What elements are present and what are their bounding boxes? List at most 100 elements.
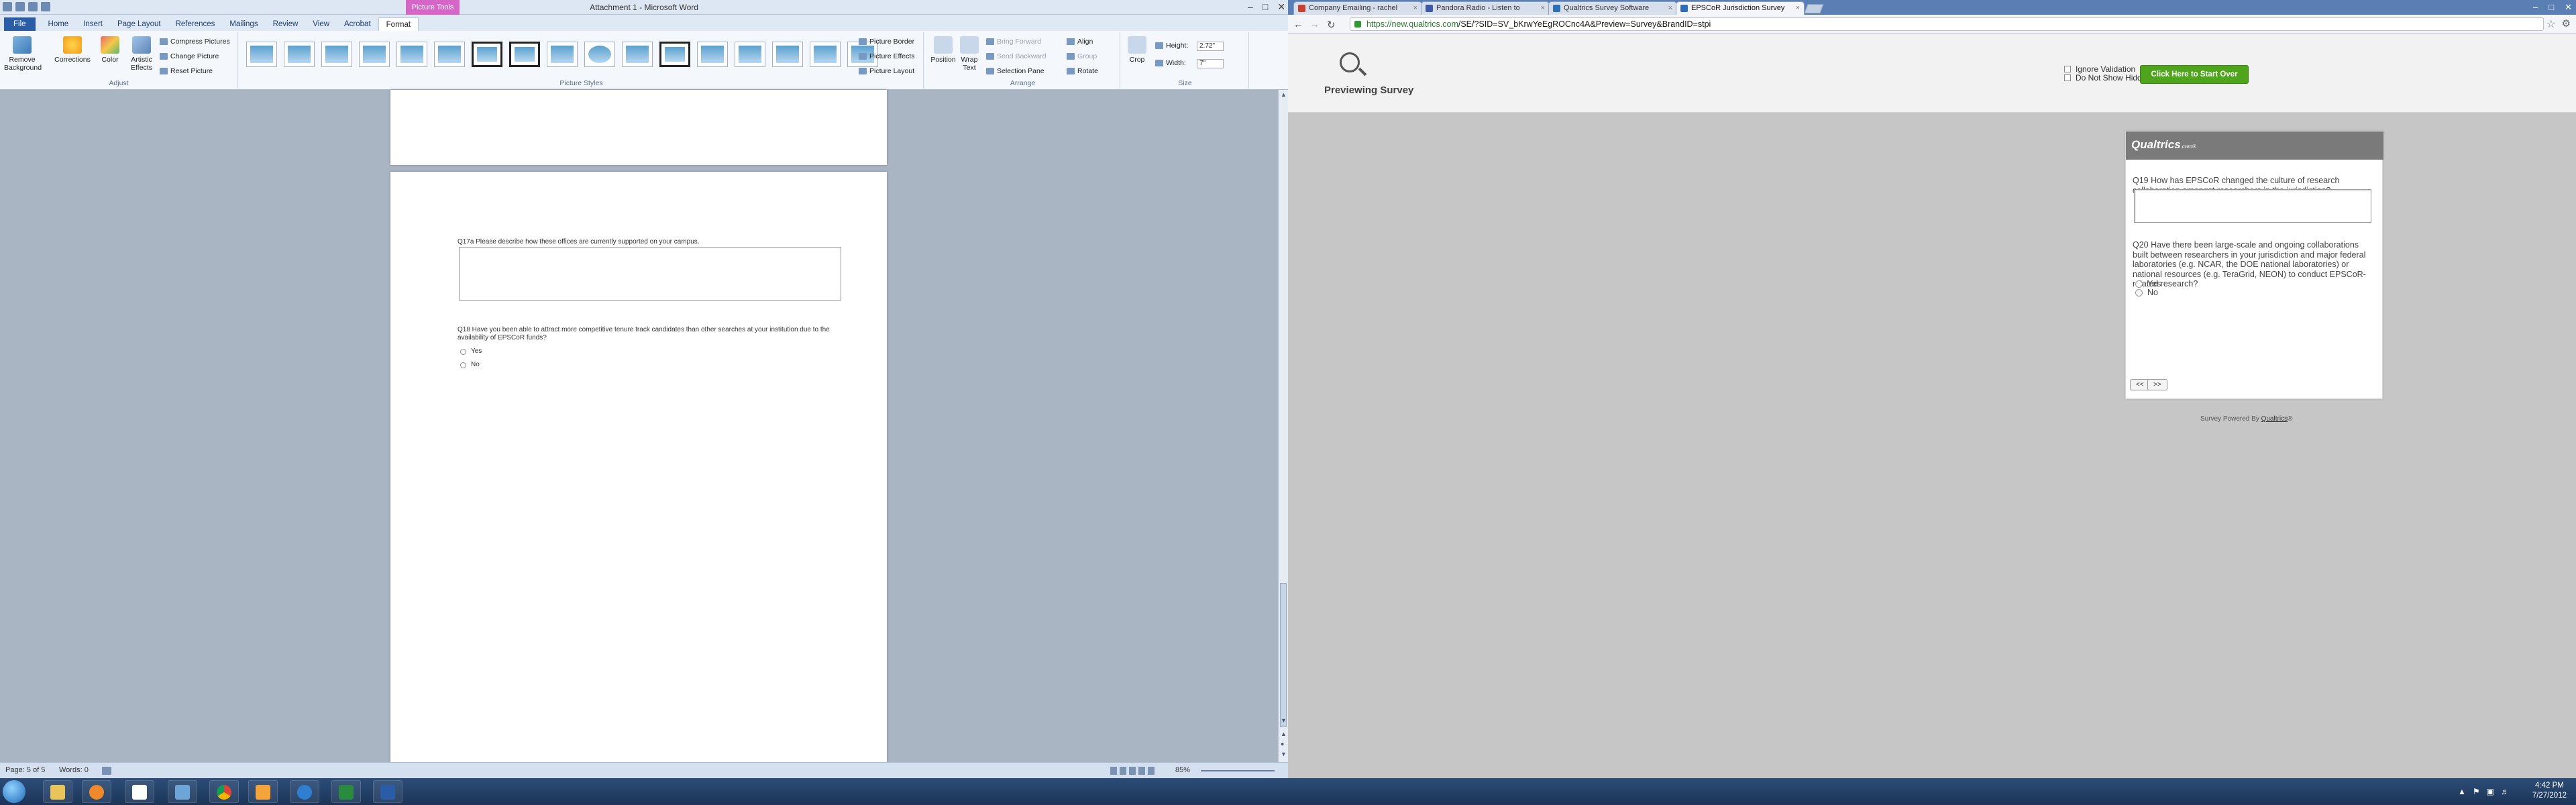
q17a-answer-box[interactable] <box>459 247 841 301</box>
start-over-button[interactable]: Click Here to Start Over <box>2140 65 2249 84</box>
taskbar-explorer[interactable] <box>43 780 72 803</box>
flag-icon[interactable]: ⚑ <box>2473 787 2480 796</box>
send-backward-button[interactable]: Send Backward <box>986 52 1046 60</box>
taskbar-chrome[interactable] <box>209 780 239 803</box>
picture-style-thumb[interactable] <box>772 42 803 67</box>
remove-background-button[interactable]: Remove Background <box>4 36 42 72</box>
picture-style-thumb[interactable] <box>697 42 728 67</box>
page-count[interactable]: Page: 5 of 5 <box>5 766 45 774</box>
picture-style-thumb[interactable] <box>246 42 277 67</box>
picture-style-thumb[interactable] <box>622 42 653 67</box>
reset-picture-button[interactable]: Reset Picture <box>160 67 213 75</box>
browser-tab[interactable]: Qualtrics Survey Software × <box>1548 1 1677 15</box>
picture-style-thumb[interactable] <box>735 42 765 67</box>
picture-style-thumb[interactable] <box>659 42 690 67</box>
tray-arrow-icon[interactable]: ▲ <box>2458 787 2466 796</box>
new-tab-button[interactable] <box>1804 4 1824 13</box>
zoom-slider[interactable] <box>1201 770 1275 771</box>
minimize-icon[interactable]: – <box>2533 2 2538 13</box>
view-buttons[interactable] <box>1110 767 1157 775</box>
close-icon[interactable]: ✕ <box>2565 2 2572 13</box>
browser-tab[interactable]: Company Emailing - rachel × <box>1293 1 1422 15</box>
browser-tab[interactable]: Pandora Radio - Listen to × <box>1421 1 1550 15</box>
position-button[interactable]: Position <box>930 36 957 64</box>
taskbar-outlook[interactable] <box>248 780 278 803</box>
tab-acrobat[interactable]: Acrobat <box>337 17 378 31</box>
scroll-down-icon[interactable]: ▼ <box>1281 717 1287 724</box>
taskbar-ida[interactable] <box>125 780 154 803</box>
network-tray-icon[interactable]: ▣ <box>2487 787 2494 796</box>
reload-icon[interactable]: ↻ <box>1327 19 1336 31</box>
tab-page-layout[interactable]: Page Layout <box>110 17 168 31</box>
taskbar-excel[interactable] <box>331 780 361 803</box>
picture-style-thumb[interactable] <box>810 42 841 67</box>
wrap-text-button[interactable]: Wrap Text <box>958 36 981 72</box>
forward-icon[interactable]: → <box>1309 19 1320 30</box>
taskbar-media-player[interactable] <box>82 780 111 803</box>
picture-border-button[interactable]: Picture Border <box>859 38 914 46</box>
next-button[interactable]: >> <box>2147 379 2167 390</box>
corrections-button[interactable]: Corrections <box>54 36 91 64</box>
minimize-icon[interactable]: – <box>1248 1 1253 13</box>
tab-view[interactable]: View <box>305 17 337 31</box>
scroll-thumb[interactable] <box>1280 583 1287 727</box>
picture-style-thumb[interactable] <box>472 42 502 67</box>
bring-forward-button[interactable]: Bring Forward <box>986 38 1041 46</box>
selection-pane-button[interactable]: Selection Pane <box>986 67 1044 75</box>
maximize-icon[interactable]: □ <box>2548 2 2554 13</box>
word-count[interactable]: Words: 0 <box>59 766 89 774</box>
q18-no-radio[interactable] <box>460 362 466 368</box>
picture-style-thumb[interactable] <box>584 42 615 67</box>
change-picture-button[interactable]: Change Picture <box>160 52 219 60</box>
align-button[interactable]: Align <box>1067 38 1093 46</box>
q20-yes-radio[interactable] <box>2135 280 2143 288</box>
select-browse-object-icon[interactable]: ● <box>1281 741 1284 747</box>
height-input[interactable]: 2.72" <box>1197 42 1224 51</box>
vertical-scrollbar[interactable]: ▲ ▼ ▲ ● ▼ <box>1278 90 1288 762</box>
group-button[interactable]: Group <box>1067 52 1097 60</box>
back-icon[interactable]: ← <box>1293 19 1303 30</box>
picture-style-thumb[interactable] <box>509 42 540 67</box>
start-button[interactable] <box>3 780 25 803</box>
tab-format[interactable]: Format <box>378 17 419 31</box>
tab-insert[interactable]: Insert <box>76 17 110 31</box>
picture-style-thumb[interactable] <box>434 42 465 67</box>
qualtrics-link[interactable]: Qualtrics <box>2261 415 2288 423</box>
crop-button[interactable]: Crop <box>1126 36 1148 64</box>
scroll-up-icon[interactable]: ▲ <box>1281 91 1287 98</box>
q20-no-radio[interactable] <box>2135 289 2143 297</box>
address-bar[interactable]: https://new.qualtrics.com/SE/?SID=SV_bKr… <box>1350 17 2544 31</box>
close-tab-icon[interactable]: × <box>1413 2 1417 14</box>
picture-style-thumb[interactable] <box>547 42 578 67</box>
artistic-effects-button[interactable]: Artistic Effects <box>125 36 158 72</box>
proofing-icon[interactable] <box>102 767 111 775</box>
rotate-button[interactable]: Rotate <box>1067 67 1098 75</box>
picture-style-thumb[interactable] <box>284 42 315 67</box>
close-tab-icon[interactable]: × <box>1541 2 1545 14</box>
tab-home[interactable]: Home <box>41 17 76 31</box>
clock[interactable]: 4:42 PM 7/27/2012 <box>2532 781 2567 801</box>
bookmark-star-icon[interactable]: ☆ <box>2546 17 2556 31</box>
ignore-validation-checkbox[interactable] <box>2064 66 2071 72</box>
zoom-level[interactable]: 85% <box>1175 766 1190 774</box>
picture-effects-button[interactable]: Picture Effects <box>859 52 915 60</box>
volume-icon[interactable]: ♬ <box>2501 787 2509 796</box>
picture-style-thumb[interactable] <box>321 42 352 67</box>
picture-style-thumb[interactable] <box>396 42 427 67</box>
tab-mailings[interactable]: Mailings <box>222 17 265 31</box>
browser-tab-active[interactable]: EPSCoR Jurisdiction Survey × <box>1676 1 1805 15</box>
taskbar-ie[interactable] <box>290 780 319 803</box>
previous-page-icon[interactable]: ▲ <box>1281 731 1287 737</box>
tab-file[interactable]: File <box>4 17 36 31</box>
wrench-icon[interactable]: ⚙ <box>2562 17 2571 30</box>
close-tab-icon[interactable]: × <box>1668 2 1672 14</box>
width-input[interactable]: 7" <box>1197 59 1224 68</box>
q19-answer-textarea[interactable] <box>2134 189 2371 223</box>
hidden-questions-checkbox[interactable] <box>2064 74 2071 81</box>
tab-references[interactable]: References <box>168 17 223 31</box>
taskbar-word[interactable] <box>373 780 402 803</box>
picture-style-thumb[interactable] <box>359 42 390 67</box>
q18-yes-radio[interactable] <box>460 349 466 355</box>
maximize-icon[interactable]: □ <box>1263 1 1268 13</box>
close-icon[interactable]: ✕ <box>1277 1 1285 13</box>
